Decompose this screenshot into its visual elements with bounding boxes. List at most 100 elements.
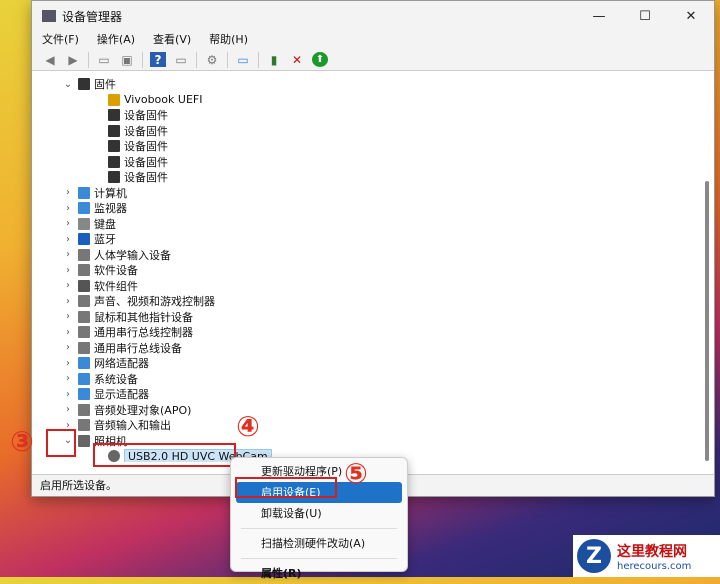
tree-item[interactable]: › 音频处理对象(APO) <box>62 402 191 418</box>
help-icon[interactable]: ? <box>150 52 166 67</box>
watermark-title: 这里教程网 <box>617 543 687 560</box>
device-icon <box>78 186 90 199</box>
tree-item[interactable]: › 鼠标和其他指针设备 <box>62 309 193 325</box>
tree-item[interactable]: › 人体学输入设备 <box>62 247 171 263</box>
tree-item-label: 显示适配器 <box>94 388 149 401</box>
expand-chevron-icon[interactable]: › <box>62 373 74 384</box>
tree-item-label: 监视器 <box>94 202 127 215</box>
expand-chevron-icon[interactable]: ⌄ <box>62 79 74 90</box>
tree-item[interactable]: Vivobook UEFI <box>92 92 202 108</box>
tree-item-label: 音频处理对象(APO) <box>94 403 192 417</box>
tree-item[interactable]: › 监视器 <box>62 200 127 216</box>
device-icon <box>78 419 90 431</box>
device-icon <box>78 310 90 323</box>
tree-item[interactable]: › 音频输入和输出 <box>62 417 171 433</box>
highlight-webcam-box <box>93 443 236 467</box>
scrollbar[interactable] <box>702 73 712 462</box>
tree-item[interactable]: › 声音、视频和游戏控制器 <box>62 293 215 309</box>
expand-chevron-icon[interactable]: › <box>62 342 74 353</box>
device-icon <box>108 124 120 137</box>
tree-item-label: 声音、视频和游戏控制器 <box>94 295 215 308</box>
menu-help[interactable]: 帮助(H) <box>209 31 248 49</box>
expand-chevron-icon[interactable]: › <box>62 187 74 198</box>
device-icon <box>78 326 90 338</box>
expand-chevron-icon[interactable]: › <box>62 203 74 214</box>
minimize-button[interactable]: — <box>576 1 622 31</box>
device-icon <box>108 155 120 168</box>
tree-item[interactable]: › 软件组件 <box>62 278 138 294</box>
tree-item[interactable]: › 键盘 <box>62 216 116 232</box>
expand-chevron-icon[interactable]: › <box>62 404 74 415</box>
tree-item[interactable]: 设备固件 <box>92 154 168 170</box>
menu-bar: 文件(F) 操作(A) 查看(V) 帮助(H) <box>32 31 714 49</box>
expand-chevron-icon[interactable]: › <box>62 280 74 291</box>
expand-chevron-icon[interactable]: › <box>62 218 74 229</box>
device-icon <box>78 78 90 90</box>
menu-separator <box>241 558 397 559</box>
tree-item-label: 设备固件 <box>124 171 168 184</box>
close-button[interactable]: ✕ <box>668 1 714 31</box>
expand-chevron-icon[interactable]: › <box>62 358 74 369</box>
watermark: Z 这里教程网 herecours.com <box>573 535 720 577</box>
uninstall-icon[interactable]: ✕ <box>289 52 305 67</box>
menu-view[interactable]: 查看(V) <box>153 31 191 49</box>
menu-action[interactable]: 操作(A) <box>97 31 135 49</box>
tree-item-label: 计算机 <box>94 186 127 200</box>
properties-icon[interactable]: ▣ <box>119 52 135 67</box>
expand-chevron-icon[interactable]: › <box>62 296 74 307</box>
annotation-3: ③ <box>10 424 34 458</box>
tree-item-label: 人体学输入设备 <box>94 248 171 262</box>
tree-item[interactable]: 设备固件 <box>92 107 168 123</box>
tree-item[interactable]: 设备固件 <box>92 169 168 185</box>
tree-item[interactable]: ⌄ 固件 <box>62 76 116 92</box>
scrollbar-thumb[interactable] <box>705 181 709 461</box>
tree-item[interactable]: 设备固件 <box>92 138 168 154</box>
expand-chevron-icon[interactable]: › <box>62 311 74 322</box>
tree-item[interactable]: › 蓝牙 <box>62 231 116 247</box>
menu-file[interactable]: 文件(F) <box>42 31 79 49</box>
tree-item-label: 设备固件 <box>124 155 168 169</box>
tree-item[interactable]: › 计算机 <box>62 185 127 201</box>
device-tree[interactable]: ⌄ 固件 Vivobook UEFI 设备固件 设备固件 设备固件 设备固件 设备固件 › 计算机… <box>32 73 700 462</box>
tree-item[interactable]: › 软件设备 <box>62 262 138 278</box>
enable-device-icon[interactable]: ⬆ <box>312 52 328 67</box>
tree-item[interactable]: › 系统设备 <box>62 371 138 387</box>
toolbar: ◀ ▶ ▭ ▣ ? ▭ ⚙ ▭ ▮ ✕ ⬆ <box>32 49 714 71</box>
back-icon[interactable]: ◀ <box>42 52 58 67</box>
tree-item[interactable]: 设备固件 <box>92 123 168 139</box>
tree-item-label: 软件组件 <box>94 279 138 293</box>
menu-item-scan-hardware[interactable]: 扫描检测硬件改动(A) <box>236 533 402 554</box>
tree-item[interactable]: › 通用串行总线控制器 <box>62 324 193 340</box>
context-menu: 更新驱动程序(P) 启用设备(E) 卸载设备(U) 扫描检测硬件改动(A) 属性… <box>230 457 408 580</box>
update-driver-icon[interactable]: ▮ <box>266 52 282 67</box>
tree-item-label: 鼠标和其他指针设备 <box>94 310 193 324</box>
tree-item[interactable]: › 通用串行总线设备 <box>62 340 182 356</box>
device-icon <box>78 403 90 416</box>
show-hide-tree-icon[interactable]: ▭ <box>96 52 112 67</box>
monitor-icon[interactable]: ▭ <box>235 52 251 67</box>
expand-chevron-icon[interactable]: › <box>62 234 74 245</box>
menu-separator <box>241 528 397 529</box>
menu-item-uninstall-device[interactable]: 卸载设备(U) <box>236 503 402 524</box>
expand-chevron-icon[interactable]: › <box>62 249 74 260</box>
expand-chevron-icon[interactable]: › <box>62 389 74 400</box>
device-icon <box>78 233 90 245</box>
tree-item[interactable]: › 网络适配器 <box>62 355 149 371</box>
expand-chevron-icon[interactable]: › <box>62 265 74 276</box>
expand-chevron-icon[interactable]: › <box>62 327 74 338</box>
forward-icon[interactable]: ▶ <box>65 52 81 67</box>
device-icon <box>108 109 120 121</box>
watermark-url: herecours.com <box>617 560 692 572</box>
menu-item-properties[interactable]: 属性(R) <box>236 563 402 584</box>
device-icon <box>78 295 90 307</box>
scan-hardware-icon[interactable]: ⚙ <box>204 52 220 67</box>
tree-item-label: Vivobook UEFI <box>124 93 203 106</box>
tree-item[interactable]: › 显示适配器 <box>62 386 149 402</box>
annotation-4: ④ <box>236 409 260 443</box>
device-icon <box>108 93 120 106</box>
action-pane-icon[interactable]: ▭ <box>173 52 189 67</box>
maximize-button[interactable]: ☐ <box>622 1 668 31</box>
tree-item-label: 键盘 <box>94 217 116 231</box>
highlight-enable-box <box>235 477 337 498</box>
watermark-logo-icon: Z <box>577 539 611 573</box>
